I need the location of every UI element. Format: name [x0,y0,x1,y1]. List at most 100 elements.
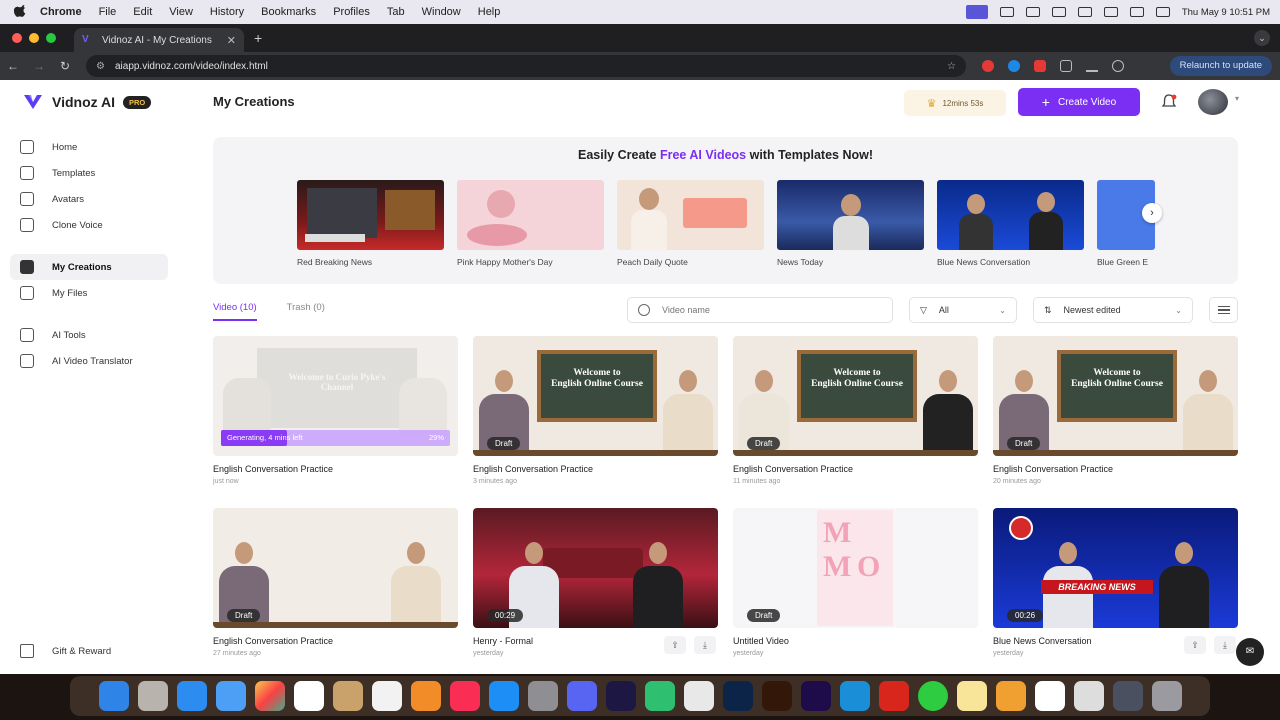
sidebar-item-clone-voice[interactable]: Clone Voice [10,212,168,238]
address-bar[interactable]: ⚙ aiapp.vidnoz.com/video/index.html ☆ [86,55,966,77]
chat-support-icon[interactable]: ✉ [1236,638,1264,666]
video-thumbnail[interactable]: Welcome to Curio Pyke's Channel Generati… [213,336,458,456]
apple-icon[interactable] [14,5,28,19]
extensions-puzzle-icon[interactable] [1060,60,1072,72]
menu-tab[interactable]: Tab [387,6,405,18]
carousel-next-icon[interactable]: › [1142,203,1162,223]
mail-icon[interactable] [215,681,246,711]
relaunch-to-update-button[interactable]: Relaunch to update [1169,56,1272,76]
extension-record-icon[interactable] [982,60,994,72]
books-icon[interactable] [995,681,1026,711]
tab-trash[interactable]: Trash (0) [287,302,325,321]
battery-icon[interactable] [1077,7,1092,17]
extension-heart-icon[interactable] [1034,60,1046,72]
video-card[interactable]: Draft English Conversation Practice 27 m… [213,508,458,657]
menu-file[interactable]: File [99,6,117,18]
search-input[interactable] [662,305,862,315]
cloud-icon[interactable] [999,7,1014,17]
download-icon[interactable]: ⤓ [694,636,716,654]
screen-icon[interactable] [1112,681,1143,711]
menu-window[interactable]: Window [422,6,461,18]
create-video-button[interactable]: + Create Video [1018,88,1140,116]
vpn-icon[interactable] [1051,7,1066,17]
forward-button[interactable]: → [26,59,52,73]
finder-icon[interactable] [98,681,129,711]
menu-view[interactable]: View [169,6,193,18]
preview-icon[interactable] [1073,681,1104,711]
notes-folder-icon[interactable] [332,681,363,711]
control-center-icon[interactable] [1155,7,1170,17]
capcut-icon[interactable] [1034,681,1065,711]
notification-bell-icon[interactable] [1160,93,1178,111]
photos-icon[interactable] [254,681,285,711]
sidebar-item-home[interactable]: Home [10,134,168,160]
download-icon[interactable]: ⤓ [1214,636,1236,654]
reload-button[interactable]: ↻ [52,59,78,73]
green-app-icon[interactable] [917,681,948,711]
acrobat-icon[interactable] [878,681,909,711]
minimize-window-button[interactable] [29,33,39,43]
video-card[interactable]: Welcome to Curio Pyke's Channel Generati… [213,336,458,485]
extension-blue-icon[interactable] [1008,60,1020,72]
menu-profiles[interactable]: Profiles [333,6,370,18]
template-card[interactable]: Blue News Conversation [937,180,1084,267]
video-thumbnail[interactable]: MM O Draft [733,508,978,628]
menu-help[interactable]: Help [478,6,501,18]
music-icon[interactable] [449,681,480,711]
vlc-icon[interactable] [410,681,441,711]
after-effects-icon[interactable] [605,681,636,711]
sidebar-item-templates[interactable]: Templates [10,160,168,186]
menubar-clock[interactable]: Thu May 9 10:51 PM [1182,7,1270,18]
brand-logo[interactable]: Vidnoz AI PRO [22,92,152,112]
notes-icon[interactable] [956,681,987,711]
video-thumbnail[interactable]: 00:29 [473,508,718,628]
app-store-icon[interactable] [488,681,519,711]
discord-icon[interactable] [566,681,597,711]
video-card[interactable]: Welcome to English Online Course Draft En… [473,336,718,485]
site-info-icon[interactable]: ⚙ [96,61,105,72]
video-search[interactable] [627,297,893,323]
illustrator-icon[interactable] [761,681,792,711]
chrome-icon[interactable] [683,681,714,711]
user-avatar[interactable] [1198,89,1228,115]
close-window-button[interactable] [12,33,22,43]
account-chevron-down-icon[interactable]: ▾ [1235,94,1239,103]
sidebar-item-my-creations[interactable]: My Creations [10,254,168,280]
new-tab-button[interactable]: + [254,30,262,46]
sidebar-item-avatars[interactable]: Avatars [10,186,168,212]
video-card[interactable]: MM O Draft Untitled Video yesterday [733,508,978,657]
video-card[interactable]: 00:29 Henry - Formal yesterday ⇪ ⤓ [473,508,718,657]
video-card[interactable]: Welcome to English Online Course Draft En… [733,336,978,485]
sort-dropdown[interactable]: ⇅ Newest edited ⌄ [1033,297,1193,323]
video-thumbnail[interactable]: Welcome to English Online Course Draft [733,336,978,456]
status-filter-dropdown[interactable]: ▽ All ⌄ [909,297,1017,323]
reminders-icon[interactable] [371,681,402,711]
trash-icon[interactable] [1151,681,1182,711]
sidebar-item-my-files[interactable]: My Files [10,280,168,306]
video-thumbnail[interactable]: Welcome to English Online Course Draft [993,336,1238,456]
template-card[interactable]: Blue Green E [1097,180,1155,267]
template-card[interactable]: News Today [777,180,924,267]
screen-record-icon[interactable] [965,5,988,19]
video-card[interactable]: BREAKING NEWS 00:26 Blue News Conversati… [993,508,1238,657]
template-card[interactable]: Red Breaking News [297,180,444,267]
video-thumbnail[interactable]: BREAKING NEWS 00:26 [993,508,1238,628]
tab-search-icon[interactable]: ⌄ [1254,30,1270,46]
list-view-toggle-icon[interactable] [1209,297,1238,323]
calendar-icon[interactable] [293,681,324,711]
credits-badge[interactable]: ♛ 12mins 53s [904,90,1006,116]
tab-close-icon[interactable]: ✕ [227,34,236,47]
video-thumbnail[interactable]: Welcome to English Online Course Draft [473,336,718,456]
photoshop-icon[interactable] [722,681,753,711]
template-card[interactable]: Peach Daily Quote [617,180,764,267]
browser-tab-active[interactable]: V Vidnoz AI - My Creations ✕ [74,28,244,52]
spotlight-icon[interactable] [1129,7,1144,17]
menu-chrome[interactable]: Chrome [40,6,82,18]
menu-edit[interactable]: Edit [133,6,152,18]
edge-icon[interactable] [839,681,870,711]
template-card[interactable]: Pink Happy Mother's Day [457,180,604,267]
sidebar-item-ai-tools[interactable]: AI Tools [10,322,168,348]
menu-bookmarks[interactable]: Bookmarks [261,6,316,18]
sidebar-item-ai-video-translator[interactable]: AI Video Translator [10,348,168,374]
download-icon[interactable] [1086,60,1098,72]
